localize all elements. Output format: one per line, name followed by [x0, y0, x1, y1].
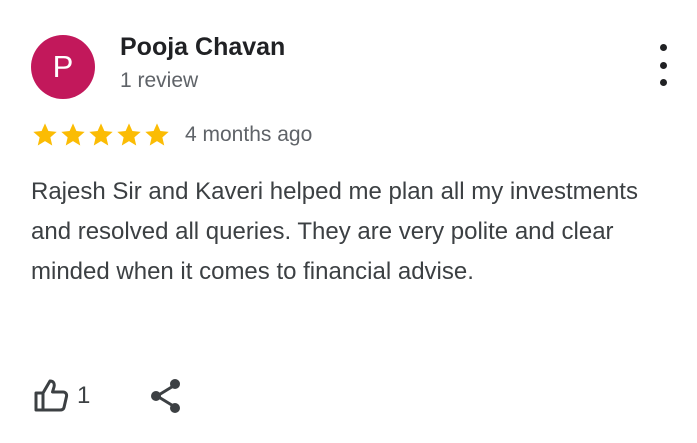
star-rating: [31, 121, 171, 149]
star-icon: [117, 123, 141, 146]
share-icon[interactable]: [148, 376, 184, 416]
more-vert-icon: [659, 44, 667, 51]
star-icon: [61, 123, 85, 146]
rating-row: 4 months ago: [31, 119, 312, 151]
star-icon: [145, 123, 169, 146]
avatar-letter: P: [52, 49, 74, 84]
review-text: Rajesh Sir and Kaveri helped me plan all…: [31, 178, 638, 285]
more-vert-icon-dot: [659, 79, 667, 86]
author-name[interactable]: Pooja Chavan: [120, 33, 285, 62]
review-actions: 1: [31, 376, 184, 416]
star-icon: [33, 123, 57, 146]
thumb-up-icon: [34, 379, 69, 412]
more-options-button[interactable]: [650, 44, 676, 86]
review-time: 4 months ago: [185, 123, 313, 146]
avatar[interactable]: P: [31, 35, 95, 99]
star-icon: [89, 123, 113, 146]
more-vert-icon-dot: [659, 61, 667, 69]
like-count: 1: [77, 382, 91, 409]
like-button[interactable]: 1: [31, 376, 90, 416]
author-review-count: 1 review: [120, 69, 199, 92]
